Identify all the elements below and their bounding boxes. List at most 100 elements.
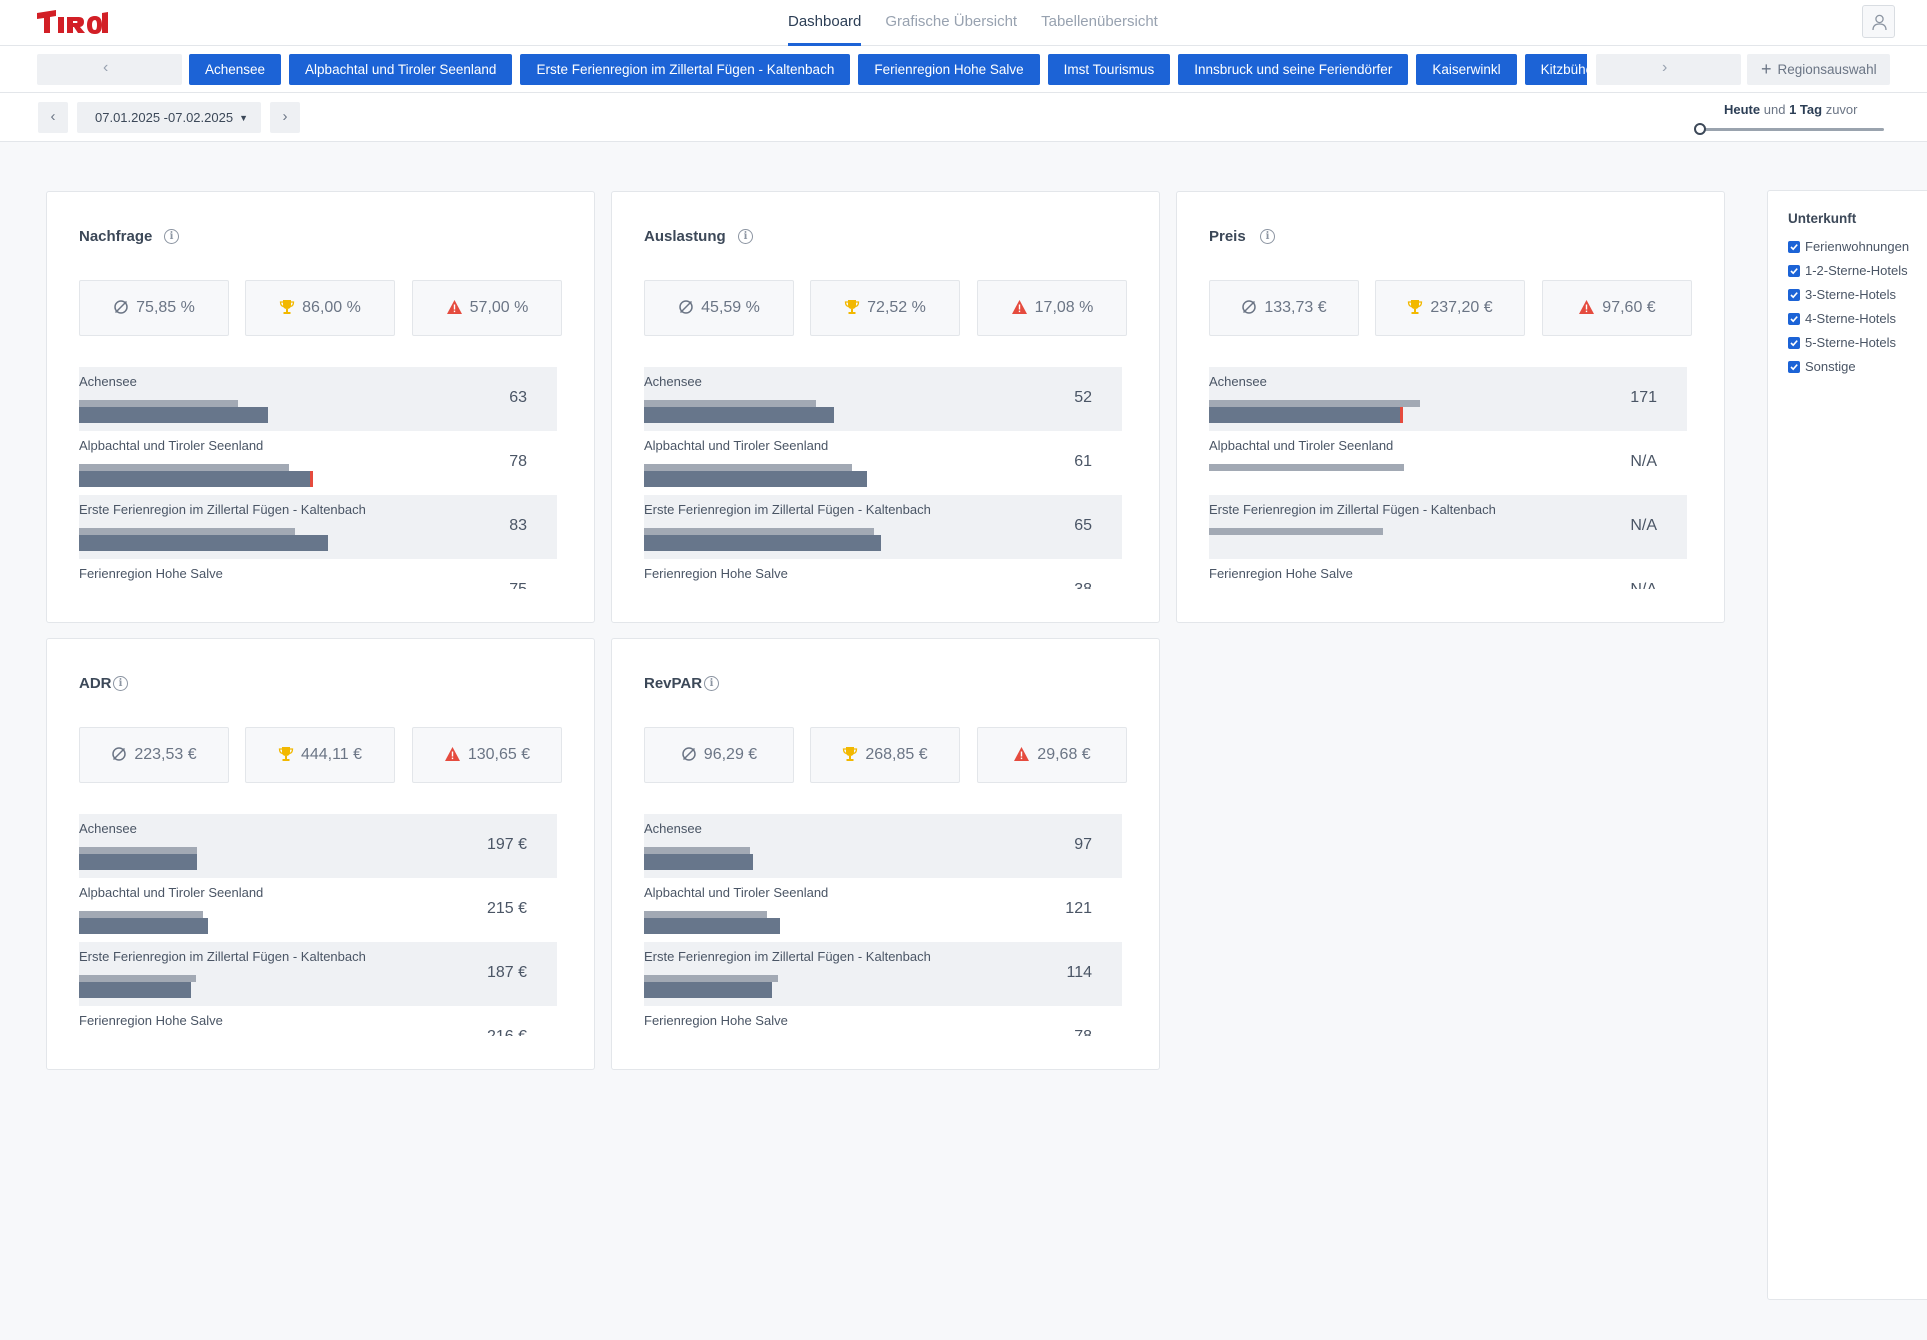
info-icon[interactable]: i xyxy=(164,229,179,244)
region-value: 187 € xyxy=(486,964,527,981)
region-chip[interactable]: Kitzbühel Tourismus xyxy=(1524,54,1587,85)
checkbox-checked-icon[interactable] xyxy=(1788,289,1800,301)
region-chip[interactable]: Erste Ferienregion im Zillertal Fügen - … xyxy=(520,54,851,85)
region-name: Ferienregion Hohe Salve xyxy=(644,566,788,581)
region-list: Achensee 171 Alpbachtal und Tiroler Seenla… xyxy=(1209,367,1687,589)
average-stat: 96,29 € xyxy=(644,727,794,783)
region-row[interactable]: Alpbachtal und Tiroler Seenland 215 € xyxy=(79,878,557,942)
region-row[interactable]: Ferienregion Hohe Salve N/A xyxy=(1209,559,1687,589)
region-chip[interactable]: Imst Tourismus xyxy=(1047,54,1171,85)
tab-grafische-uebersicht[interactable]: Grafische Übersicht xyxy=(885,0,1017,46)
region-name: Alpbachtal und Tiroler Seenland xyxy=(644,438,829,453)
user-menu-button[interactable] xyxy=(1862,5,1895,38)
best-stat: 444,11 € xyxy=(245,727,395,783)
region-row[interactable]: Erste Ferienregion im Zillertal Fügen - … xyxy=(79,495,557,559)
comparison-label: Heute und 1 Tag zuvor xyxy=(1724,102,1858,117)
current-period-bar xyxy=(644,535,881,551)
trophy-icon xyxy=(1408,300,1423,314)
current-period-bar xyxy=(79,535,328,551)
info-icon[interactable]: i xyxy=(704,676,719,691)
trophy-icon xyxy=(278,747,294,761)
region-chip[interactable]: Innsbruck und seine Feriendörfer xyxy=(1178,54,1409,85)
checkbox-checked-icon[interactable] xyxy=(1788,265,1800,277)
previous-period-bar xyxy=(644,911,767,918)
region-row[interactable]: Achensee 52 xyxy=(644,367,1122,431)
region-chip-track: Achensee Alpbachtal und Tiroler Seenland E… xyxy=(189,54,1587,85)
region-name: Erste Ferienregion im Zillertal Fügen - … xyxy=(79,949,366,964)
region-row[interactable]: Achensee 171 xyxy=(1209,367,1687,431)
kpi-card-nachfrage: Nachfrage i 75,85 % 86,00 % 57,00 % Achensee 6… xyxy=(46,191,595,623)
filter-title: Unterkunft xyxy=(1788,211,1857,226)
current-period-bar xyxy=(79,982,191,998)
region-row[interactable]: Erste Ferienregion im Zillertal Fügen - … xyxy=(1209,495,1687,559)
info-icon[interactable]: i xyxy=(738,229,753,244)
current-period-bar xyxy=(79,918,208,934)
scroll-regions-left-button[interactable]: ‹ xyxy=(37,54,182,85)
kpi-card-revpar: RevPAR i 96,29 €268,85 €29,68 € Achensee 97 A… xyxy=(611,638,1160,1070)
region-row[interactable]: Ferienregion Hohe Salve 75 xyxy=(79,559,557,589)
filter-checkbox-item[interactable]: Sonstige xyxy=(1788,359,1856,379)
worst-stat: 57,00 % xyxy=(412,280,562,336)
region-chip[interactable]: Alpbachtal und Tiroler Seenland xyxy=(289,54,513,85)
checkbox-checked-icon[interactable] xyxy=(1788,241,1800,253)
region-row[interactable]: Achensee 63 xyxy=(79,367,557,431)
checkbox-checked-icon[interactable] xyxy=(1788,361,1800,373)
region-chip[interactable]: Kaiserwinkl xyxy=(1416,54,1517,85)
region-row[interactable]: Erste Ferienregion im Zillertal Fügen - … xyxy=(79,942,557,1006)
comparison-slider[interactable] xyxy=(1694,123,1886,135)
region-row[interactable]: Alpbachtal und Tiroler Seenland 61 xyxy=(644,431,1122,495)
region-row[interactable]: Erste Ferienregion im Zillertal Fügen - … xyxy=(644,942,1122,1006)
chevron-left-icon: ‹ xyxy=(50,108,56,125)
worst-stat: 97,60 € xyxy=(1542,280,1692,336)
filter-checkbox-item[interactable]: 3-Sterne-Hotels xyxy=(1788,287,1896,307)
checkbox-checked-icon[interactable] xyxy=(1788,337,1800,349)
filter-checkbox-item[interactable]: 5-Sterne-Hotels xyxy=(1788,335,1896,355)
checkbox-checked-icon[interactable] xyxy=(1788,313,1800,325)
region-row[interactable]: Alpbachtal und Tiroler Seenland 121 xyxy=(644,878,1122,942)
region-select-label: Regionsauswahl xyxy=(1777,62,1877,77)
slider-thumb[interactable] xyxy=(1694,123,1706,135)
region-name: Ferienregion Hohe Salve xyxy=(79,566,223,581)
average-value: 223,53 € xyxy=(134,746,197,763)
date-range-picker[interactable]: 07.01.2025 -07.02.2025 ▼ xyxy=(77,102,261,133)
region-name: Achensee xyxy=(79,821,137,836)
filter-checkbox-item[interactable]: 1-2-Sterne-Hotels xyxy=(1788,263,1908,283)
filter-label: 4-Sterne-Hotels xyxy=(1805,311,1897,326)
filter-label: Sonstige xyxy=(1805,359,1856,374)
caret-down-icon: ▼ xyxy=(239,113,248,123)
tab-tabellenuebersicht[interactable]: Tabellenübersicht xyxy=(1041,0,1158,46)
info-icon[interactable]: i xyxy=(113,676,128,691)
previous-period-button[interactable]: ‹ xyxy=(38,102,68,133)
region-row[interactable]: Ferienregion Hohe Salve 78 xyxy=(644,1006,1122,1036)
region-row[interactable]: Ferienregion Hohe Salve 216 € xyxy=(79,1006,557,1036)
card-title: Auslastung xyxy=(644,228,726,245)
region-row[interactable]: Achensee 97 xyxy=(644,814,1122,878)
region-row[interactable]: Alpbachtal und Tiroler Seenland N/A xyxy=(1209,431,1687,495)
region-row[interactable]: Erste Ferienregion im Zillertal Fügen - … xyxy=(644,495,1122,559)
region-chip[interactable]: Ferienregion Hohe Salve xyxy=(858,54,1040,85)
region-value: 52 xyxy=(1074,389,1092,406)
comparison-today: Heute xyxy=(1724,102,1761,117)
trophy-icon xyxy=(844,300,860,314)
region-row[interactable]: Ferienregion Hohe Salve 38 xyxy=(644,559,1122,589)
next-period-button[interactable]: › xyxy=(270,102,300,133)
average-value: 133,73 € xyxy=(1264,299,1327,316)
warning-icon xyxy=(444,747,460,761)
previous-period-bar xyxy=(1209,528,1383,535)
tab-dashboard[interactable]: Dashboard xyxy=(788,0,862,46)
filter-checkbox-item[interactable]: Ferienwohnungen xyxy=(1788,239,1909,259)
region-select-button[interactable]: + Regionsauswahl xyxy=(1747,54,1890,85)
region-row[interactable]: Achensee 197 € xyxy=(79,814,557,878)
previous-period-bar xyxy=(1209,464,1404,471)
region-list: Achensee 63 Alpbachtal und Tiroler Seenlan… xyxy=(79,367,557,589)
tirol-logo[interactable] xyxy=(36,9,108,35)
region-value: 197 € xyxy=(486,836,527,853)
filter-checkbox-item[interactable]: 4-Sterne-Hotels xyxy=(1788,311,1896,331)
region-chip[interactable]: Achensee xyxy=(189,54,282,85)
scroll-regions-right-button[interactable]: › xyxy=(1596,54,1741,85)
slider-track[interactable] xyxy=(1698,128,1884,131)
region-value: 114 xyxy=(1066,964,1092,981)
region-name: Alpbachtal und Tiroler Seenland xyxy=(79,438,264,453)
region-row[interactable]: Alpbachtal und Tiroler Seenland 78 xyxy=(79,431,557,495)
info-icon[interactable]: i xyxy=(1260,229,1275,244)
